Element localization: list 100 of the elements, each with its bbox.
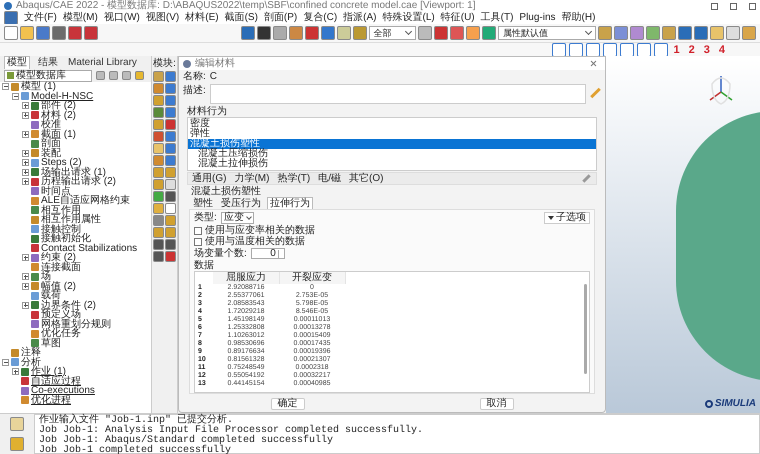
dialog-button[interactable]: 取消 (480, 398, 514, 410)
view-tool-icon[interactable] (602, 42, 616, 56)
expand-toggle-icon[interactable] (22, 112, 29, 119)
menu-item[interactable]: 复合(C) (303, 12, 338, 24)
module-tool-icon[interactable] (165, 179, 176, 190)
menu-item[interactable]: 视口(W) (104, 12, 140, 24)
tree-item[interactable]: 分析 (21, 358, 41, 367)
expand-toggle-icon[interactable] (22, 178, 29, 186)
module-tool-icon[interactable] (165, 215, 176, 226)
menu-item[interactable]: 文件(F) (24, 12, 57, 24)
pencil-icon[interactable] (590, 88, 601, 98)
tree-item[interactable]: 连接截面 (41, 262, 81, 272)
tree-item[interactable]: 场 (41, 272, 51, 282)
menu-item[interactable]: 截面(S) (224, 12, 258, 24)
tree-item[interactable]: Contact Stabilizations (41, 244, 138, 253)
module-tool-icon[interactable] (165, 131, 176, 142)
module-tool-icon[interactable] (153, 71, 164, 82)
behavior-menu[interactable]: 电/磁 (318, 174, 342, 184)
view-number-button[interactable]: 3 (700, 44, 713, 56)
expand-toggle-icon[interactable] (22, 302, 29, 309)
tree-item[interactable]: 约束 (2) (41, 253, 76, 262)
behavior-menu[interactable]: 热学(T) (277, 174, 310, 184)
field-variables-spinner[interactable]: 0 (250, 248, 285, 259)
tree-item[interactable]: Co-executions (31, 386, 95, 396)
tree-item[interactable]: 模型 (1) (21, 82, 56, 92)
expand-toggle-icon[interactable] (22, 168, 29, 176)
maximize-icon[interactable] (730, 2, 737, 10)
checkbox[interactable] (194, 238, 202, 246)
expand-toggle-icon[interactable] (22, 254, 29, 262)
filter-dropdown[interactable]: 全部 (368, 26, 416, 40)
behavior-item[interactable]: 密度 (188, 119, 596, 129)
collapse-toggle-icon[interactable] (2, 83, 9, 90)
module-tool-icon[interactable] (153, 83, 164, 94)
type-dropdown[interactable]: 应变 (220, 212, 254, 224)
tree-item[interactable]: 装配 (41, 148, 61, 158)
module-tool-icon[interactable] (165, 107, 176, 118)
collapse-toggle-icon[interactable] (12, 92, 19, 100)
module-tool-icon[interactable] (153, 107, 164, 118)
behavior-item[interactable]: 弹性 (188, 129, 596, 139)
view-number-button[interactable]: 4 (716, 44, 728, 56)
view-tool-icon[interactable] (620, 42, 634, 56)
view-tool-icon[interactable] (636, 42, 650, 56)
module-tool-icon[interactable] (165, 119, 176, 130)
module-tool-icon[interactable] (165, 95, 176, 106)
tree-item[interactable]: 预定义场 (41, 310, 81, 320)
module-tool-icon[interactable] (153, 119, 164, 130)
tree-item[interactable]: 时间点 (41, 186, 71, 196)
module-tool-icon[interactable] (153, 203, 164, 214)
tree-item[interactable]: 注释 (21, 348, 41, 358)
module-tool-icon[interactable] (165, 83, 176, 94)
module-tool-icon[interactable] (165, 155, 176, 166)
module-tool-icon[interactable] (165, 143, 176, 154)
module-tool-icon[interactable] (153, 191, 164, 202)
module-tool-icon[interactable] (165, 251, 176, 262)
tree-item[interactable]: Model-H-NSC (31, 92, 94, 101)
module-tool-icon[interactable] (153, 239, 164, 250)
tree-item[interactable]: 历程输出请求 (2) (41, 177, 116, 186)
module-tool-icon[interactable] (165, 71, 176, 82)
behavior-menu[interactable]: 通用(G) (192, 174, 226, 184)
module-tool-icon[interactable] (153, 227, 164, 238)
dialog-button[interactable]: 确定 (270, 398, 304, 410)
behavior-menu[interactable]: 其它(O) (349, 174, 384, 184)
scrollbar-thumb[interactable] (584, 284, 587, 374)
module-tool-icon[interactable] (153, 251, 164, 262)
expand-toggle-icon[interactable] (22, 273, 29, 280)
view-number-button[interactable]: 2 (686, 44, 698, 56)
module-tool-icon[interactable] (153, 95, 164, 106)
view-tool-icon[interactable] (586, 42, 600, 56)
module-tool-icon[interactable] (165, 227, 176, 238)
expand-toggle-icon[interactable] (22, 282, 29, 290)
view-tool-icon[interactable] (568, 42, 582, 56)
tree-item[interactable]: 接触初始化 (41, 234, 91, 244)
tree-item[interactable]: 剖面 (41, 139, 61, 148)
menu-app-icon[interactable] (4, 11, 18, 25)
menu-item[interactable]: 视图(V) (146, 12, 180, 24)
tree-item[interactable]: 优化进程 (31, 396, 71, 405)
tree-item[interactable]: 网格重划分规则 (41, 320, 111, 329)
module-tool-icon[interactable] (165, 167, 176, 178)
expand-toggle-icon[interactable] (22, 102, 29, 110)
message-area-icon[interactable] (10, 417, 24, 431)
attribute-dropdown[interactable]: 属性默认值 (498, 26, 596, 40)
module-tool-icon[interactable] (153, 179, 164, 190)
menu-item[interactable]: 工具(T) (480, 12, 514, 24)
tree-item[interactable]: 优化任务 (41, 329, 81, 338)
menu-item[interactable]: 材料(E) (185, 12, 219, 24)
module-tool-icon[interactable] (153, 143, 164, 154)
tree-tab[interactable]: 模型 (4, 56, 30, 69)
module-tool-icon[interactable] (153, 155, 164, 166)
tree-item[interactable]: ALE自适应网格约束 (41, 196, 130, 206)
tree-item[interactable]: 幅值 (2) (41, 282, 76, 291)
tree-tab[interactable]: 结果 (36, 57, 60, 69)
expand-toggle-icon[interactable] (22, 130, 29, 138)
tree-item[interactable]: 材料 (2) (41, 110, 76, 120)
tree-item[interactable]: 截面 (1) (41, 130, 76, 139)
database-dropdown[interactable]: 模型数据库 (4, 70, 92, 82)
tree-item[interactable]: 场输出请求 (1) (41, 168, 106, 177)
module-tool-icon[interactable] (165, 203, 176, 214)
tree-item[interactable]: 作业 (1) (31, 367, 66, 376)
tree-item[interactable]: 自适应过程 (31, 376, 81, 386)
expand-toggle-icon[interactable] (12, 368, 19, 376)
